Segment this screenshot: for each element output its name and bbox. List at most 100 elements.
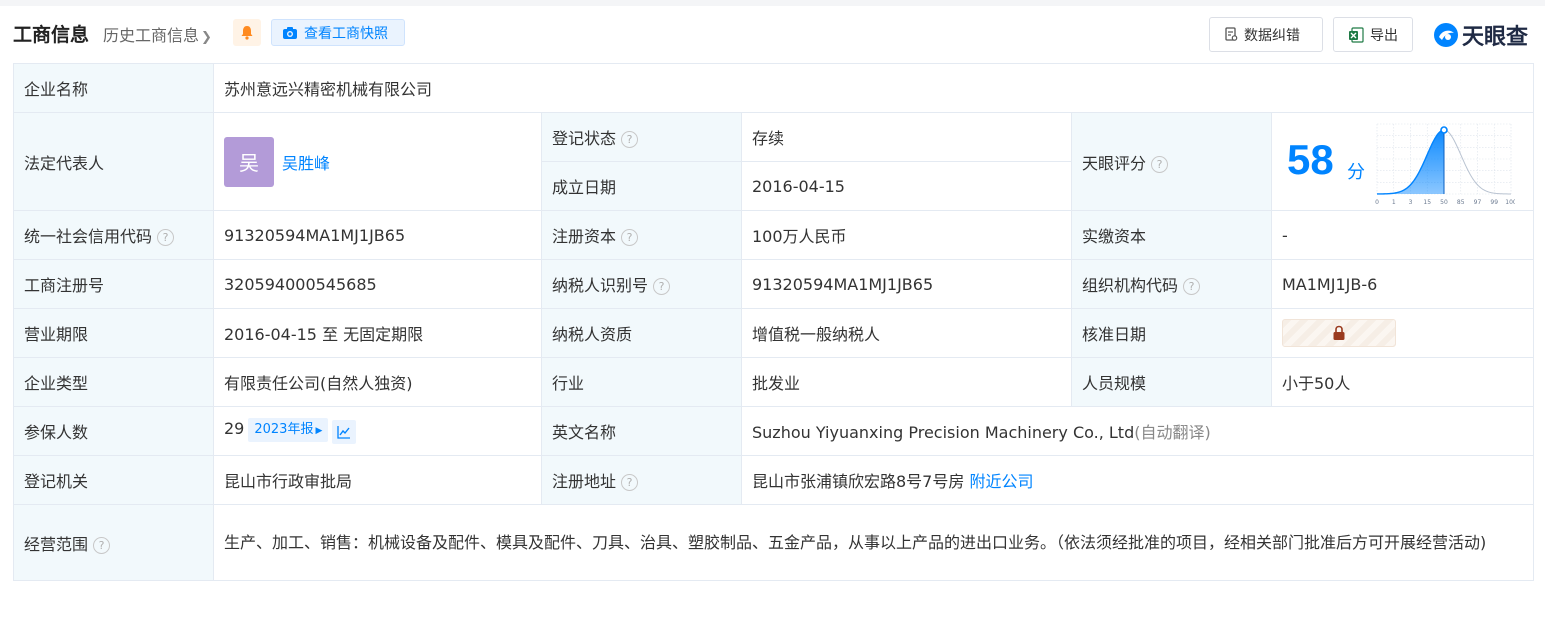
reg-capital-label: 注册资本 bbox=[552, 227, 617, 246]
cell-approve-date bbox=[1270, 308, 1535, 358]
value-insured: 29 bbox=[224, 419, 245, 438]
trend-button[interactable] bbox=[332, 420, 357, 444]
score-number: 58 bbox=[1287, 135, 1334, 183]
x-tick-label: 3 bbox=[1409, 199, 1413, 206]
auto-translate-note: (自动翻译) bbox=[1134, 423, 1211, 442]
cell-legal-rep: 吴吴胜峰 bbox=[213, 112, 542, 211]
trend-icon bbox=[337, 426, 351, 439]
label-company-type: 企业类型 bbox=[13, 357, 214, 407]
question-icon[interactable]: ? bbox=[1151, 155, 1169, 173]
value-credit-code: 91320594MA1MJ1JB65 bbox=[213, 210, 542, 260]
org-code-label: 组织机构代码 bbox=[1082, 276, 1179, 295]
value-industry: 批发业 bbox=[741, 357, 1072, 407]
lock-icon bbox=[1333, 325, 1345, 340]
question-icon[interactable]: ? bbox=[653, 278, 671, 295]
value-company-type: 有限责任公司(自然人独资) bbox=[213, 357, 542, 407]
annual-report-tag[interactable]: 2023年报 ▶ bbox=[248, 418, 329, 442]
score-unit: 分 bbox=[1347, 161, 1365, 183]
question-icon[interactable]: ? bbox=[621, 229, 639, 246]
x-tick-label: 99 bbox=[1490, 199, 1498, 206]
x-tick-label: 0 bbox=[1375, 199, 1379, 206]
label-industry: 行业 bbox=[541, 357, 742, 407]
edit-doc-icon bbox=[1225, 27, 1238, 41]
value-org-code: MA1MJ1JB-6 bbox=[1270, 259, 1535, 309]
snapshot-button[interactable]: 查看工商快照 bbox=[271, 19, 405, 46]
value-found-date: 2016-04-15 bbox=[741, 161, 1072, 211]
tianyan-score-label: 天眼评分 bbox=[1082, 153, 1147, 173]
row-company-name: 企业名称 苏州意远兴精密机械有限公司 bbox=[13, 63, 1535, 113]
export-button[interactable]: 导出 bbox=[1333, 17, 1413, 52]
export-label: 导出 bbox=[1370, 27, 1398, 44]
tianyancha-logo: 天眼查 bbox=[1433, 19, 1528, 51]
value-english-name: Suzhou Yiyuanxing Precision Machinery Co… bbox=[752, 423, 1135, 442]
correct-label: 数据纠错 bbox=[1244, 27, 1300, 44]
label-taxpayer-id: 纳税人识别号? bbox=[541, 259, 742, 309]
snapshot-label: 查看工商快照 bbox=[304, 25, 388, 42]
label-paid-capital: 实缴资本 bbox=[1071, 210, 1272, 260]
x-tick-label: 97 bbox=[1474, 199, 1482, 206]
value-taxpayer-id: 91320594MA1MJ1JB65 bbox=[741, 259, 1072, 309]
label-company-name: 企业名称 bbox=[13, 63, 214, 113]
row-biz-term: 营业期限 2016-04-15 至 无固定期限 纳税人资质 增值税一般纳税人 核… bbox=[13, 308, 1535, 358]
label-tianyan-score: 天眼评分? bbox=[1071, 112, 1272, 211]
reg-address-label: 注册地址 bbox=[552, 472, 617, 491]
caret-right-icon: ▶ bbox=[315, 426, 323, 436]
score-marker bbox=[1440, 125, 1448, 134]
row-insured: 参保人数 29 2023年报 ▶ 英文名称 Suzhou Yiyuanxing Pr… bbox=[13, 406, 1535, 456]
question-icon[interactable]: ? bbox=[621, 131, 639, 148]
annual-report-label: 2023年报 bbox=[254, 422, 314, 437]
value-paid-capital: - bbox=[1270, 210, 1535, 260]
value-taxpayer-qual: 增值税一般纳税人 bbox=[741, 308, 1072, 358]
question-icon[interactable]: ? bbox=[157, 229, 175, 246]
label-biz-scope: 经营范围? bbox=[13, 504, 214, 581]
label-legal-rep: 法定代表人 bbox=[13, 112, 214, 211]
section-title: 工商信息 bbox=[13, 24, 90, 46]
section-header: 工商信息 历史工商信息 ❯ 查看工商快照 数据纠错 导出 天眼查 bbox=[13, 14, 1535, 54]
business-info-table: 企业名称 苏州意远兴精密机械有限公司 法定代表人 吴吴胜峰 登记状态? 存续 天… bbox=[13, 63, 1535, 581]
label-reg-address: 注册地址? bbox=[541, 455, 742, 505]
cell-english-name: Suzhou Yiyuanxing Precision Machinery Co… bbox=[740, 406, 1535, 456]
row-credit-code: 统一社会信用代码? 91320594MA1MJ1JB65 注册资本? 100万人… bbox=[13, 210, 1535, 260]
cell-tianyan-score[interactable]: 58 分 0 1 3 15 50 85 97 99 100 bbox=[1270, 112, 1535, 211]
label-reg-authority: 登记机关 bbox=[13, 455, 214, 505]
camera-icon bbox=[283, 26, 297, 39]
label-biz-term: 营业期限 bbox=[13, 308, 214, 358]
bell-icon bbox=[241, 26, 253, 40]
value-reg-address: 昆山市张浦镇欣宏路8号7号房 bbox=[752, 472, 965, 491]
top-strip bbox=[0, 0, 1545, 6]
nearby-companies-link[interactable]: 附近公司 bbox=[969, 472, 1033, 491]
history-link[interactable]: 历史工商信息 ❯ bbox=[103, 22, 212, 46]
row-legal-rep: 法定代表人 吴吴胜峰 登记状态? 存续 天眼评分? 58 分 0 1 3 15 50 85… bbox=[13, 112, 1535, 211]
legal-rep-name-link[interactable]: 吴胜峰 bbox=[282, 154, 330, 173]
question-icon[interactable]: ? bbox=[1183, 278, 1201, 295]
logo-text: 天眼查 bbox=[1462, 25, 1529, 50]
label-approve-date: 核准日期 bbox=[1071, 308, 1272, 358]
label-org-code: 组织机构代码? bbox=[1071, 259, 1272, 309]
label-found-date: 成立日期 bbox=[541, 161, 742, 211]
taxpayer-id-label: 纳税人识别号 bbox=[552, 276, 649, 295]
biz-scope-label: 经营范围 bbox=[24, 534, 89, 554]
history-label: 历史工商信息 bbox=[103, 26, 200, 45]
row-biz-scope: 经营范围? 生产、加工、销售：机械设备及配件、模具及配件、刀具、治具、塑胶制品、… bbox=[13, 504, 1535, 581]
locked-value-button[interactable] bbox=[1282, 319, 1396, 347]
label-taxpayer-qual: 纳税人资质 bbox=[541, 308, 742, 358]
question-icon[interactable]: ? bbox=[621, 474, 639, 491]
value-reg-authority: 昆山市行政审批局 bbox=[213, 455, 542, 505]
data-correct-button[interactable]: 数据纠错 bbox=[1209, 17, 1323, 52]
avatar[interactable]: 吴 bbox=[224, 136, 274, 187]
chevron-right-icon: ❯ bbox=[201, 30, 212, 45]
excel-icon bbox=[1349, 26, 1364, 43]
question-icon[interactable]: ? bbox=[93, 536, 111, 554]
x-tick-label: 50 bbox=[1440, 199, 1448, 206]
value-staff-size: 小于50人 bbox=[1270, 357, 1535, 407]
label-reg-capital: 注册资本? bbox=[541, 210, 742, 260]
score-distribution-chart: 0 1 3 15 50 85 97 99 100 bbox=[1375, 123, 1515, 206]
x-tick-label: 1 bbox=[1392, 199, 1396, 206]
row-reg-authority: 登记机关 昆山市行政审批局 注册地址? 昆山市张浦镇欣宏路8号7号房 附近公司 bbox=[13, 455, 1535, 505]
x-tick-label: 15 bbox=[1423, 199, 1431, 206]
cell-insured: 29 2023年报 ▶ bbox=[213, 406, 542, 456]
row-biz-reg-no: 工商注册号 320594000545685 纳税人识别号? 91320594MA… bbox=[13, 259, 1535, 309]
monitor-bell-button[interactable] bbox=[233, 19, 261, 46]
score-widget[interactable]: 58 分 0 1 3 15 50 85 97 99 100 bbox=[1272, 114, 1533, 210]
row-company-type: 企业类型 有限责任公司(自然人独资) 行业 批发业 人员规模 小于50人 bbox=[13, 357, 1535, 407]
